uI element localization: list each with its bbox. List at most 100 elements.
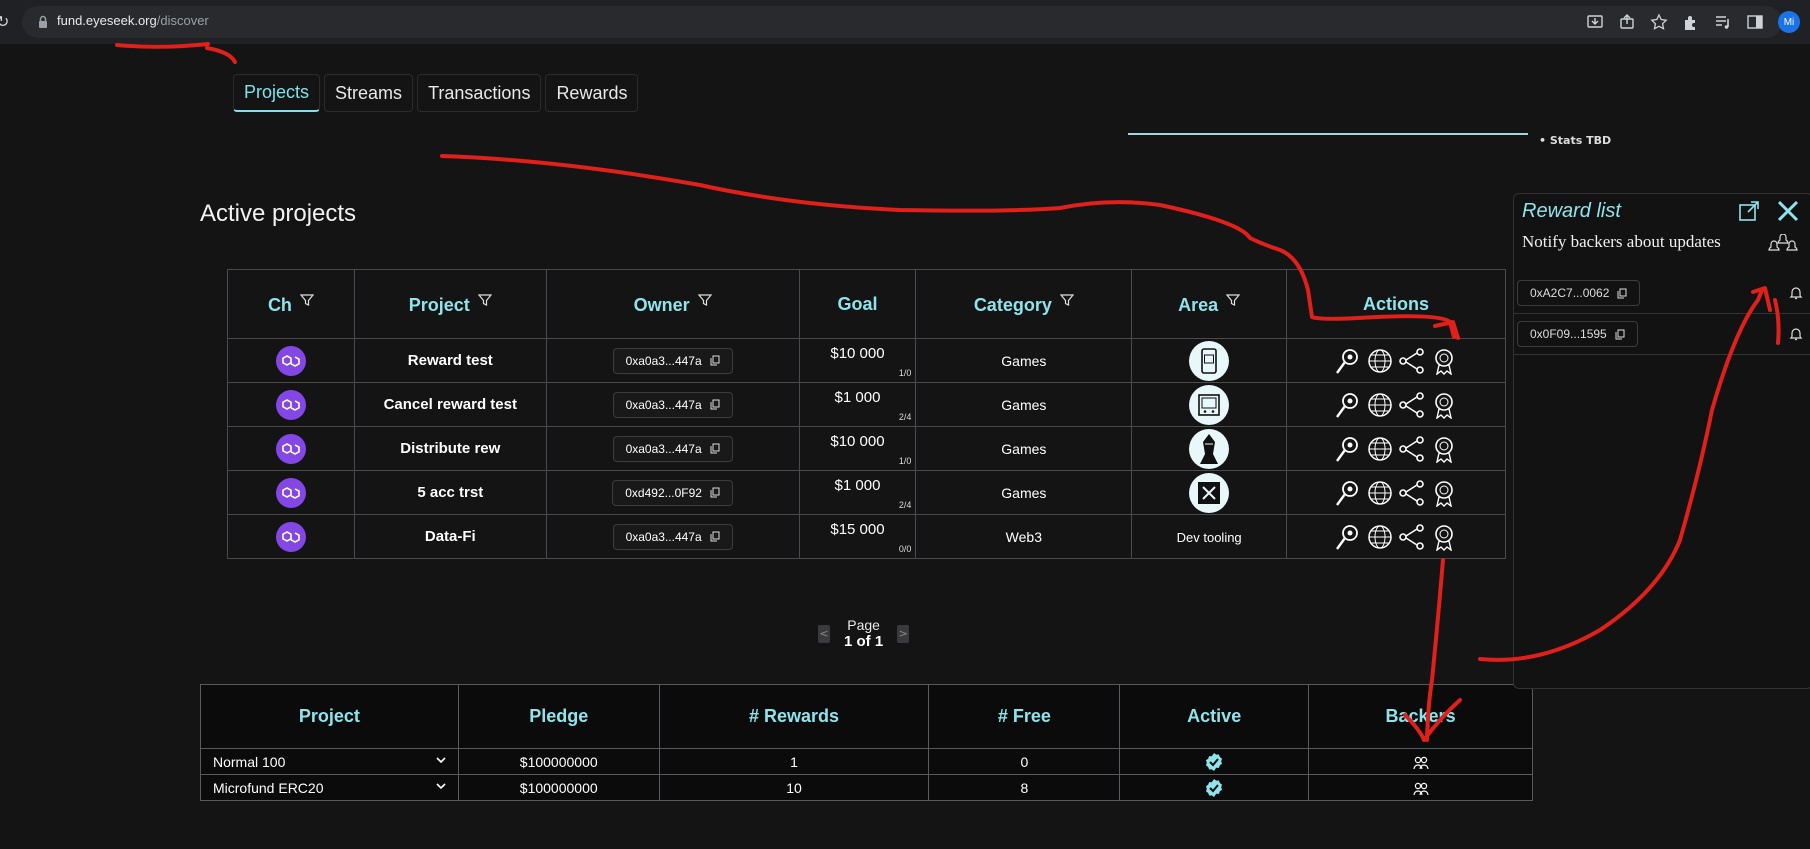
reward-project-cell[interactable]: Normal 100 <box>200 748 459 775</box>
view-details-icon[interactable] <box>1334 523 1362 551</box>
owner-address-chip[interactable]: 0xd492...0F92 <box>612 479 733 506</box>
copy-icon[interactable] <box>710 355 720 366</box>
extensions-icon[interactable] <box>1682 13 1700 31</box>
col-header-category[interactable]: Category <box>915 269 1133 339</box>
col-header-ch[interactable]: Ch <box>227 269 355 339</box>
copy-icon[interactable] <box>710 531 720 542</box>
col-header-area[interactable]: Area <box>1131 269 1288 339</box>
bookmark-star-icon[interactable] <box>1650 13 1668 31</box>
col-header-project[interactable]: Project <box>353 269 547 339</box>
open-external-icon[interactable] <box>1738 200 1760 222</box>
share-icon[interactable] <box>1398 523 1426 551</box>
project-row[interactable]: Data-Fi 0xa0a3...447a $15 000 0/0 Web3 Dev to… <box>227 514 1506 559</box>
side-panel-icon[interactable] <box>1746 13 1764 31</box>
project-name: Data-Fi <box>424 528 476 545</box>
profile-avatar[interactable]: Mi <box>1778 11 1800 33</box>
install-app-icon[interactable] <box>1586 13 1604 31</box>
copy-icon[interactable] <box>710 443 720 454</box>
reward-badge-icon[interactable] <box>1430 347 1458 375</box>
backers-icon[interactable] <box>1412 756 1429 770</box>
project-name-cell[interactable]: Data-Fi <box>353 514 547 559</box>
project-name: Reward test <box>407 352 493 369</box>
filter-icon[interactable] <box>477 293 492 307</box>
close-icon[interactable] <box>1776 199 1800 223</box>
project-name-cell[interactable]: Reward test <box>353 338 547 383</box>
category-cell: Games <box>915 470 1133 515</box>
copy-icon[interactable] <box>710 487 720 498</box>
backers-icon[interactable] <box>1412 782 1429 796</box>
share-icon[interactable] <box>1398 391 1426 419</box>
page-info: Page 1 of 1 <box>844 617 883 650</box>
backers-cell[interactable] <box>1308 774 1533 801</box>
view-details-icon[interactable] <box>1334 347 1362 375</box>
owner-cell: 0xa0a3...447a <box>545 338 800 383</box>
project-name-cell[interactable]: 5 acc trst <box>353 470 547 515</box>
copy-icon[interactable] <box>710 399 720 410</box>
reward-row[interactable]: Normal 100 $100000000 1 0 <box>200 748 1533 775</box>
view-details-icon[interactable] <box>1334 435 1362 463</box>
owner-address-chip[interactable]: 0xa0a3...447a <box>612 391 733 418</box>
col-header-goal[interactable]: Goal <box>798 269 917 339</box>
bell-icon[interactable] <box>1789 286 1803 300</box>
filter-icon[interactable] <box>1226 293 1241 307</box>
active-cell <box>1119 774 1310 801</box>
goal-cell: $10 000 1/0 <box>798 426 917 471</box>
filter-icon[interactable] <box>697 293 712 307</box>
category-label: Games <box>1001 352 1047 369</box>
website-globe-icon[interactable] <box>1366 391 1394 419</box>
polygon-chain-icon <box>275 521 306 552</box>
category-cell: Games <box>915 426 1133 471</box>
goal-amount: $10 000 <box>830 433 885 450</box>
project-row[interactable]: Distribute rew 0xa0a3...447a $10 000 1/0 Gam… <box>227 426 1506 471</box>
col-header-owner[interactable]: Owner <box>545 269 800 339</box>
project-row[interactable]: Cancel reward test 0xa0a3...447a $1 000 2/4… <box>227 382 1506 427</box>
reward-project-cell[interactable]: Microfund ERC20 <box>200 774 459 801</box>
media-control-icon[interactable] <box>1714 13 1732 31</box>
project-name-cell[interactable]: Distribute rew <box>353 426 547 471</box>
website-globe-icon[interactable] <box>1366 479 1394 507</box>
view-details-icon[interactable] <box>1334 479 1362 507</box>
share-page-icon[interactable] <box>1618 13 1636 31</box>
backer-address-chip[interactable]: 0x0F09...1595 <box>1517 321 1638 347</box>
website-globe-icon[interactable] <box>1366 347 1394 375</box>
next-page-button[interactable]: > <box>897 624 910 643</box>
tab-projects[interactable]: Projects <box>233 74 321 112</box>
project-name-cell[interactable]: Cancel reward test <box>353 382 547 427</box>
filter-icon[interactable] <box>1059 293 1074 307</box>
copy-icon[interactable] <box>1617 288 1627 299</box>
share-icon[interactable] <box>1398 347 1426 375</box>
address-bar[interactable]: fund.eyeseek.org/discover <box>22 6 1782 38</box>
copy-icon[interactable] <box>1615 329 1625 340</box>
owner-address-chip[interactable]: 0xa0a3...447a <box>612 435 733 462</box>
reward-badge-icon[interactable] <box>1430 391 1458 419</box>
project-row[interactable]: 5 acc trst 0xd492...0F92 $1 000 2/4 Games <box>227 470 1506 515</box>
goal-progress: 2/4 <box>898 500 912 510</box>
reward-row[interactable]: Microfund ERC20 $100000000 10 8 <box>200 774 1533 801</box>
reward-badge-icon[interactable] <box>1430 479 1458 507</box>
share-icon[interactable] <box>1398 479 1426 507</box>
tab-transactions[interactable]: Transactions <box>417 74 542 112</box>
project-row[interactable]: Reward test 0xa0a3...447a $10 000 1/0 Games <box>227 338 1506 383</box>
reward-project-name: Microfund ERC20 <box>213 779 324 796</box>
share-icon[interactable] <box>1398 435 1426 463</box>
bell-icon[interactable] <box>1789 327 1803 341</box>
prev-page-button[interactable]: < <box>818 624 830 643</box>
chevron-down-icon[interactable] <box>436 781 446 791</box>
owner-address-chip[interactable]: 0xa0a3...447a <box>612 523 733 550</box>
reward-badge-icon[interactable] <box>1430 523 1458 551</box>
filter-icon[interactable] <box>299 293 314 307</box>
rewards-count-cell: 10 <box>658 774 930 801</box>
backers-cell[interactable] <box>1308 748 1533 775</box>
owner-address-chip[interactable]: 0xa0a3...447a <box>612 347 733 374</box>
chevron-down-icon[interactable] <box>436 755 446 765</box>
website-globe-icon[interactable] <box>1366 435 1394 463</box>
notify-all-bells-icon[interactable] <box>1767 234 1799 256</box>
tab-rewards[interactable]: Rewards <box>545 74 639 112</box>
reward-badge-icon[interactable] <box>1430 435 1458 463</box>
website-globe-icon[interactable] <box>1366 523 1394 551</box>
view-details-icon[interactable] <box>1334 391 1362 419</box>
reload-icon[interactable]: ↻ <box>0 12 9 31</box>
backer-address-chip[interactable]: 0xA2C7...0062 <box>1517 280 1641 306</box>
tab-streams[interactable]: Streams <box>324 74 414 112</box>
free-count: 0 <box>1020 753 1029 770</box>
